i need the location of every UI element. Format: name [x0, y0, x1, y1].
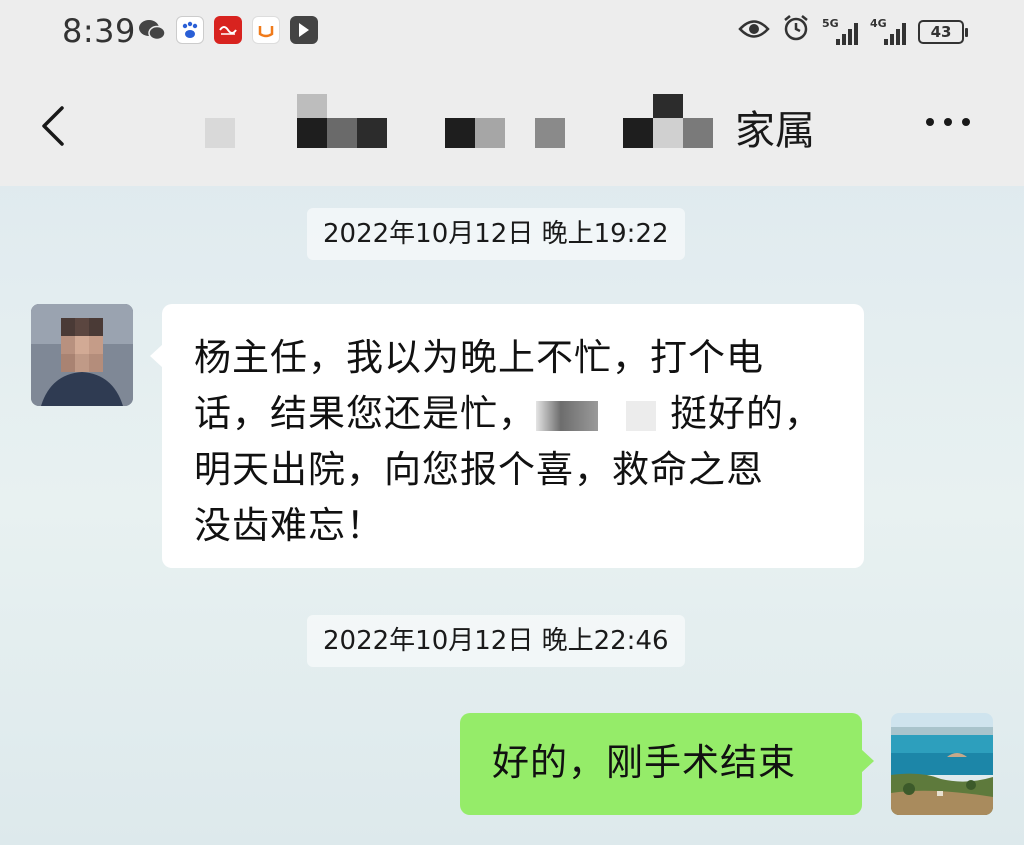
message-timestamp: 2022年10月12日 晚上19:22 [307, 208, 685, 260]
message-text: 杨主任，我以为晚上不忙，打个电 话，结果您还是忙， 挺好的， 明天出院，向您报个喜… [194, 330, 844, 554]
message-line: 明天出院，向您报个喜，救命之恩 [194, 448, 764, 491]
xuexi-icon [214, 16, 242, 44]
sent-message-bubble[interactable]: 好的，刚手术结束 [460, 713, 874, 815]
redacted-text [626, 400, 656, 431]
lark-icon [290, 16, 318, 44]
my-avatar[interactable] [891, 713, 993, 815]
contact-avatar[interactable] [31, 304, 133, 406]
wechat-icon [138, 16, 166, 44]
didi-icon [252, 16, 280, 44]
system-icons: 5G 4G 43 [738, 14, 968, 49]
message-line: 杨主任，我以为晚上不忙，打个电 [194, 336, 764, 379]
chat-header: 家属 [0, 66, 1024, 186]
alarm-icon [782, 14, 810, 49]
title-suffix: 家属 [735, 108, 815, 154]
baidu-icon [176, 16, 204, 44]
notification-icons [138, 16, 318, 44]
redacted-text [536, 400, 598, 431]
message-line: 没齿难忘！ [194, 504, 384, 547]
more-options-icon[interactable] [926, 118, 970, 126]
message-text: 好的，刚手术结束 [492, 741, 796, 784]
message-line: 话，结果您还是忙， 挺好的， [194, 392, 822, 435]
eye-icon [738, 17, 770, 47]
back-arrow-icon[interactable] [36, 102, 72, 150]
received-message-bubble[interactable]: 杨主任，我以为晚上不忙，打个电 话，结果您还是忙， 挺好的， 明天出院，向您报个喜… [150, 304, 864, 568]
signal-4g-icon: 4G [870, 17, 906, 45]
message-timestamp: 2022年10月12日 晚上22:46 [307, 615, 685, 667]
status-bar: 8:39 5G 4G 43 [0, 0, 1024, 66]
battery-icon: 43 [918, 19, 968, 44]
chat-title: 家属 [205, 94, 825, 158]
status-time: 8:39 [62, 12, 136, 50]
signal-5g-icon: 5G [822, 17, 858, 45]
